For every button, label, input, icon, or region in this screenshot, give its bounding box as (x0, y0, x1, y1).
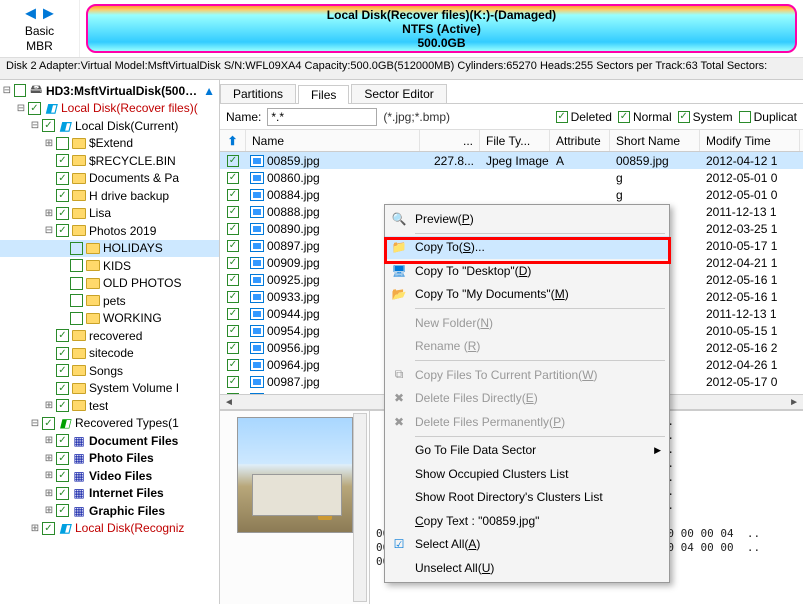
cm-show-occupied[interactable]: Show Occupied Clusters List (385, 462, 669, 486)
search-icon: 🔍 (391, 211, 407, 227)
cm-rename: Rename (R) (385, 335, 669, 359)
check-icon: ☑ (391, 536, 407, 552)
cm-copy-partition: ⧉Copy Files To Current Partition(W) (385, 363, 669, 387)
folder-tree[interactable]: ⊟🖴HD3:MsftVirtualDisk(500GB)▲⊟✓◧Local Di… (0, 80, 220, 604)
submenu-arrow-icon: ▶ (654, 445, 661, 456)
cm-delete-perm: ✖Delete Files Permanently(P) (385, 410, 669, 434)
filter-bar: Name: (*.jpg;*.bmp) ✓Deleted ✓Normal ✓Sy… (220, 104, 803, 130)
tree-item[interactable]: ⊞✓▦Photo Files (0, 450, 219, 468)
nav-basic[interactable]: ◄► BasicMBR (0, 0, 80, 57)
tree-item[interactable]: ⊟✓Photos 2019 (0, 222, 219, 240)
tab-files[interactable]: Files (298, 85, 349, 104)
col-attribute[interactable]: Attribute (550, 130, 610, 151)
disk-info-bar: Disk 2 Adapter:Virtual Model:MsftVirtual… (0, 58, 803, 80)
cm-copy-mydocs[interactable]: 📂Copy To "My Documents"(M) (385, 283, 669, 307)
tree-item[interactable]: ⊞✓▦Graphic Files (0, 502, 219, 520)
cm-goto-sector[interactable]: Go To File Data Sector▶ (385, 439, 669, 463)
folder-icon: 📂 (391, 286, 407, 302)
ext-hint: (*.jpg;*.bmp) (383, 110, 450, 124)
tab-partitions[interactable]: Partitions (220, 84, 296, 103)
tree-item[interactable]: ✓recovered (0, 327, 219, 345)
cm-select-all[interactable]: ☑Select All(A) (385, 533, 669, 557)
cm-delete-direct: ✖Delete Files Directly(E) (385, 387, 669, 411)
name-filter-input[interactable] (267, 108, 377, 126)
file-row[interactable]: ✓00860.jpgg2012-05-01 0 (220, 169, 803, 186)
tab-sector-editor[interactable]: Sector Editor (351, 84, 446, 103)
tree-item[interactable]: ⊟✓◧Recovered Types(1 (0, 415, 219, 433)
cm-show-root[interactable]: Show Root Directory's Clusters List (385, 486, 669, 510)
tabs: Partitions Files Sector Editor (220, 80, 803, 104)
context-menu: 🔍Preview(P) 📁Copy To(S)... 🖥Copy To "Des… (384, 204, 670, 583)
tree-item[interactable]: ✓Songs (0, 362, 219, 380)
desktop-icon: 🖥 (391, 263, 407, 279)
cm-copy-to[interactable]: 📁Copy To(S)... (385, 236, 669, 260)
banner-line3: 500.0GB (417, 36, 465, 50)
cm-preview[interactable]: 🔍Preview(P) (385, 207, 669, 231)
cm-unselect-all[interactable]: Unselect All(U) (385, 556, 669, 580)
cm-copy-text[interactable]: Copy Text : "00859.jpg" (385, 509, 669, 533)
tree-item[interactable]: ✓$RECYCLE.BIN (0, 152, 219, 170)
cm-new-folder: New Folder(N) (385, 311, 669, 335)
file-row[interactable]: ✓00884.jpgg2012-05-01 0 (220, 186, 803, 203)
chk-normal[interactable]: ✓Normal (618, 110, 672, 124)
tree-item[interactable]: ✓sitecode (0, 345, 219, 363)
tree-item[interactable]: ✓H drive backup (0, 187, 219, 205)
chk-deleted[interactable]: ✓Deleted (556, 110, 612, 124)
tree-item[interactable]: ⊞✓◧Local Disk(Recogniz (0, 520, 219, 538)
banner-line2: NTFS (Active) (402, 22, 481, 36)
tree-item[interactable]: ✓System Volume I (0, 380, 219, 398)
tree-item[interactable]: ⊞✓test (0, 397, 219, 415)
tree-item[interactable]: HOLIDAYS (0, 240, 219, 258)
file-row[interactable]: ✓00859.jpg227.8...Jpeg ImageA00859.jpg20… (220, 152, 803, 169)
tree-item[interactable]: WORKING (0, 310, 219, 328)
nav-arrows-icon: ◄► (22, 3, 58, 24)
folder-arrow-icon: 📁 (391, 239, 407, 255)
tree-item[interactable]: ⊟✓◧Local Disk(Recover files)( (0, 100, 219, 118)
chk-duplicat[interactable]: Duplicat (739, 110, 797, 124)
name-filter-label: Name: (226, 110, 261, 124)
col-size[interactable]: ... (420, 130, 480, 151)
col-name[interactable]: Name (246, 130, 420, 151)
disk-banner[interactable]: Local Disk(Recover files)(K:)-(Damaged) … (86, 4, 797, 53)
nav-basic-label: BasicMBR (25, 24, 54, 54)
tree-item[interactable]: ⊞$Extend (0, 135, 219, 153)
tree-item[interactable]: pets (0, 292, 219, 310)
tree-item[interactable]: ✓Documents & Pa (0, 170, 219, 188)
preview-pane (220, 411, 370, 604)
preview-scrollbar[interactable] (353, 413, 367, 602)
tree-item[interactable]: ⊞✓▦Video Files (0, 467, 219, 485)
tree-item[interactable]: OLD PHOTOS (0, 275, 219, 293)
tree-item[interactable]: ⊞✓Lisa (0, 205, 219, 223)
tree-item[interactable]: ⊞✓▦Document Files (0, 432, 219, 450)
col-filetype[interactable]: File Ty... (480, 130, 550, 151)
cm-copy-desktop[interactable]: 🖥Copy To "Desktop"(D) (385, 259, 669, 283)
tree-item[interactable]: ⊟✓◧Local Disk(Current) (0, 117, 219, 135)
tree-item[interactable]: ⊟🖴HD3:MsftVirtualDisk(500GB)▲ (0, 82, 219, 100)
copy-icon: ⧉ (391, 367, 407, 383)
up-button[interactable]: ⬆ (220, 130, 246, 151)
delete-icon: ✖ (391, 390, 407, 406)
tree-item[interactable]: ⊞✓▦Internet Files (0, 485, 219, 503)
file-list-header: ⬆ Name ... File Ty... Attribute Short Na… (220, 130, 803, 152)
col-shortname[interactable]: Short Name (610, 130, 700, 151)
chk-system[interactable]: ✓System (678, 110, 733, 124)
delete-perm-icon: ✖ (391, 414, 407, 430)
preview-thumbnail[interactable] (237, 417, 353, 533)
col-modify[interactable]: Modify Time (700, 130, 800, 151)
banner-line1: Local Disk(Recover files)(K:)-(Damaged) (327, 8, 556, 22)
tree-item[interactable]: KIDS (0, 257, 219, 275)
